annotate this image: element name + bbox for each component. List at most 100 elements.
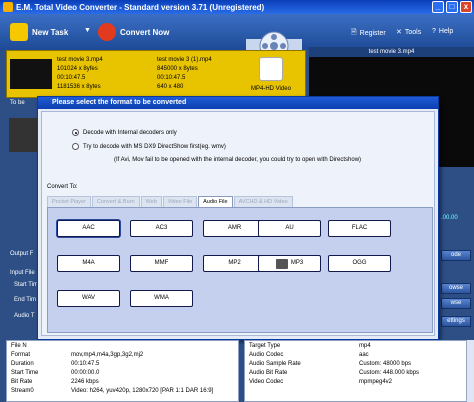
tab-pocket-player[interactable]: Pocket Player: [47, 196, 91, 207]
settings-button[interactable]: ettings: [441, 316, 471, 327]
format-ogg-button[interactable]: OGG: [328, 255, 391, 272]
format-au-button[interactable]: AU: [258, 220, 321, 237]
format-amr-button[interactable]: AMR: [203, 220, 266, 237]
audio-track-label: Audio T: [14, 313, 35, 319]
new-task-dropdown-icon[interactable]: ▼: [84, 27, 91, 34]
new-task-button[interactable]: New Task: [10, 21, 68, 43]
close-button[interactable]: x: [460, 1, 472, 13]
tab-convert-burn[interactable]: Convert & Burn: [91, 196, 140, 207]
convert-now-button[interactable]: Convert Now: [98, 21, 169, 43]
mode-button[interactable]: ode: [441, 250, 471, 261]
prop-key: Bit Rate: [11, 379, 33, 385]
help-button[interactable]: ? Help: [432, 28, 453, 35]
input-file-label: Input File: [10, 270, 35, 276]
app-icon: [3, 2, 13, 12]
prop-key: Audio Sample Rate: [249, 361, 301, 367]
prop-row: Stream0 Video: h264, yuv420p, 1280x720 [P…: [9, 388, 234, 396]
prop-value[interactable]: mpmpeg4v2: [359, 379, 392, 385]
format-aac-button[interactable]: AAC: [57, 220, 120, 237]
output-format-label: Output F: [10, 251, 34, 257]
radio-internal-decoder[interactable]: Decode with Internal decoders only: [72, 129, 177, 136]
format-dialog: Please select the format to be converted…: [37, 96, 439, 340]
convert-to-label: Convert To:: [47, 184, 78, 190]
properties-scrollbar[interactable]: [466, 340, 474, 402]
source-properties-panel: File N Format mov,mp4,m4a,3gp,3g2,mj2 Dur…: [6, 340, 239, 402]
tab-video-file[interactable]: Video File: [162, 196, 198, 207]
format-label: AAC: [82, 225, 95, 231]
prop-key: Format: [11, 352, 31, 358]
prop-row: Video Codec mpmpeg4v2: [247, 379, 472, 387]
prop-row: Format mov,mp4,m4a,3gp,3g2,mj2: [9, 352, 234, 360]
prop-value: Video: h264, yuv420p, 1280x720 [PAR 1:1 …: [71, 388, 214, 394]
file-duration: 00:10:47.5: [57, 75, 86, 81]
prop-row: Bit Rate 2246 kbps: [9, 379, 234, 387]
dialog-body: Decode with Internal decoders only Try t…: [41, 111, 435, 336]
window-title: E.M. Total Video Converter - Standard ve…: [16, 2, 265, 12]
dialog-title: Please select the format to be converted: [38, 97, 438, 109]
tools-label: Tools: [404, 28, 422, 36]
radio-internal-label: Decode with Internal decoders only: [83, 129, 177, 136]
format-label: OGG: [352, 260, 367, 266]
prop-value[interactable]: mp4: [359, 343, 371, 349]
radio-dot: [72, 129, 79, 136]
target-properties-panel: Target Type mp4 Audio Codec aac Audio Samp…: [244, 340, 474, 402]
format-mp2-button[interactable]: MP2: [203, 255, 266, 272]
prop-value: 00:10:47.5: [71, 361, 100, 367]
format-label: MP2: [228, 260, 241, 266]
output-size: 640 x 480: [157, 84, 184, 90]
prop-value[interactable]: aac: [359, 352, 369, 358]
format-wav-button[interactable]: WAV: [57, 290, 120, 307]
to-be-label: To be: [10, 100, 25, 106]
tools-button[interactable]: ✕ Tools: [396, 28, 422, 37]
maximize-button[interactable]: □: [446, 1, 458, 13]
file-res: 101024 x 8yfes: [57, 66, 98, 72]
convert-icon: [98, 23, 116, 41]
prop-value[interactable]: Custom: 48000 bps: [359, 361, 411, 367]
file-name: test movie 3.mp4: [57, 57, 103, 63]
browse-button[interactable]: owse: [441, 283, 471, 294]
prop-row: Audio Codec aac: [247, 352, 472, 360]
tab-web[interactable]: Web: [140, 196, 162, 207]
file-size: 1181536 x 8ytes: [57, 84, 101, 90]
radio-dot: [72, 143, 79, 150]
format-wma-button[interactable]: WMA: [130, 290, 193, 307]
tab-avchd-hd-video[interactable]: AVCHD & HD Video: [233, 196, 293, 207]
format-badge-label: MP4-HD Video: [251, 86, 291, 92]
format-badge-icon: [259, 57, 283, 81]
directshow-note: (If Avi, Mov fail to be opened with the …: [114, 157, 362, 163]
format-ac3-button[interactable]: AC3: [130, 220, 193, 237]
prop-key: Start Time: [11, 370, 39, 376]
prop-key: Audio Codec: [249, 352, 284, 358]
format-m4a-button[interactable]: M4A: [57, 255, 120, 272]
radio-directshow[interactable]: Try to decode with MS DX9 DirectShow fir…: [72, 143, 226, 150]
file-item-selected[interactable]: test movie 3.mp4 101024 x 8yfes 00:10:47…: [6, 50, 306, 98]
convert-now-label: Convert Now: [120, 27, 170, 37]
radio-directshow-label: Try to decode with MS DX9 DirectShow fir…: [83, 143, 226, 150]
format-mmf-button[interactable]: MMF: [130, 255, 193, 272]
new-task-label: New Task: [32, 27, 69, 37]
prop-row: Target Type mp4: [247, 343, 472, 351]
format-label: WAV: [82, 295, 95, 301]
prop-row: Start Time 00:00:00.0: [9, 370, 234, 378]
prop-key: Video Codec: [249, 379, 284, 385]
minimize-button[interactable]: _: [432, 1, 444, 13]
format-label: FLAC: [351, 225, 368, 231]
format-flac-button[interactable]: FLAC: [328, 220, 391, 237]
browse-button-2[interactable]: wse: [441, 298, 471, 309]
prop-value: mov,mp4,m4a,3gp,3g2,mj2: [71, 352, 144, 358]
help-icon: ?: [432, 28, 436, 35]
prop-value[interactable]: Custom: 448.000 kbps: [359, 370, 419, 376]
preview-title: test movie 3.mp4: [309, 47, 474, 57]
format-label: MMF: [154, 260, 169, 266]
output-res: 845000 x 8ytes: [157, 66, 198, 72]
format-grid: AAC AC3 AMR AU FLAC M4A MMF MP2 MP3 OGG …: [47, 207, 433, 333]
format-label: AC3: [155, 225, 168, 231]
format-mp3-button[interactable]: MP3: [258, 255, 321, 272]
format-label: WMA: [154, 295, 169, 301]
register-button[interactable]: 🗎 Register: [351, 28, 386, 39]
format-label: AU: [285, 225, 294, 231]
file-thumbnail: [10, 59, 52, 89]
register-icon: 🗎: [351, 29, 357, 36]
start-time-label: Start Tim: [14, 282, 39, 288]
window-titlebar: E.M. Total Video Converter - Standard ve…: [0, 0, 474, 14]
